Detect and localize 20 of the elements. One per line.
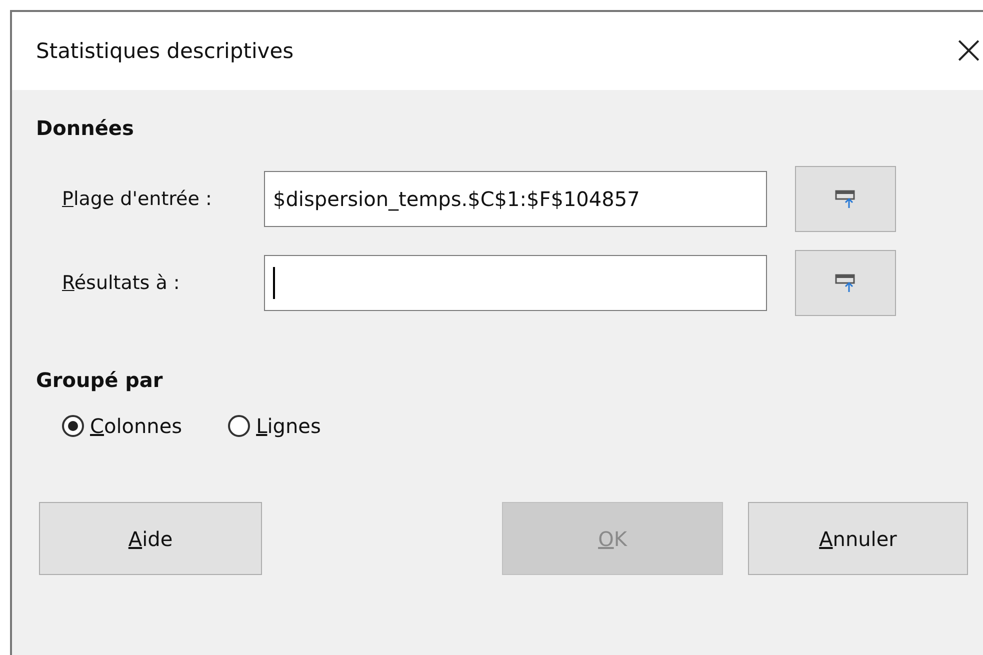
radio-button[interactable] [62, 415, 84, 437]
text-cursor [273, 267, 275, 299]
dialog-button[interactable]: Annuler [748, 502, 968, 575]
radio-button[interactable] [228, 415, 250, 437]
radio-option[interactable]: Lignes [228, 414, 321, 438]
dialog-button[interactable]: Aide [39, 502, 262, 575]
field-label: Résultats à : [61, 272, 181, 294]
radio-option[interactable]: Colonnes [62, 414, 182, 438]
input-field[interactable] [264, 255, 767, 311]
window-title: Statistiques descriptives [36, 39, 294, 63]
collapse-icon [834, 273, 856, 293]
collapse-icon [834, 189, 856, 209]
shrink-button[interactable] [795, 250, 896, 316]
shrink-button[interactable] [795, 166, 896, 232]
close-button[interactable]: × [948, 32, 983, 68]
section-heading: Groupé par [36, 368, 164, 392]
input-field[interactable]: $dispersion_temps.$C$1:$F$104857 [264, 171, 767, 227]
section-heading: Données [36, 116, 135, 140]
field-label: Plage d'entrée : [61, 188, 213, 210]
field-value: $dispersion_temps.$C$1:$F$104857 [273, 187, 640, 211]
